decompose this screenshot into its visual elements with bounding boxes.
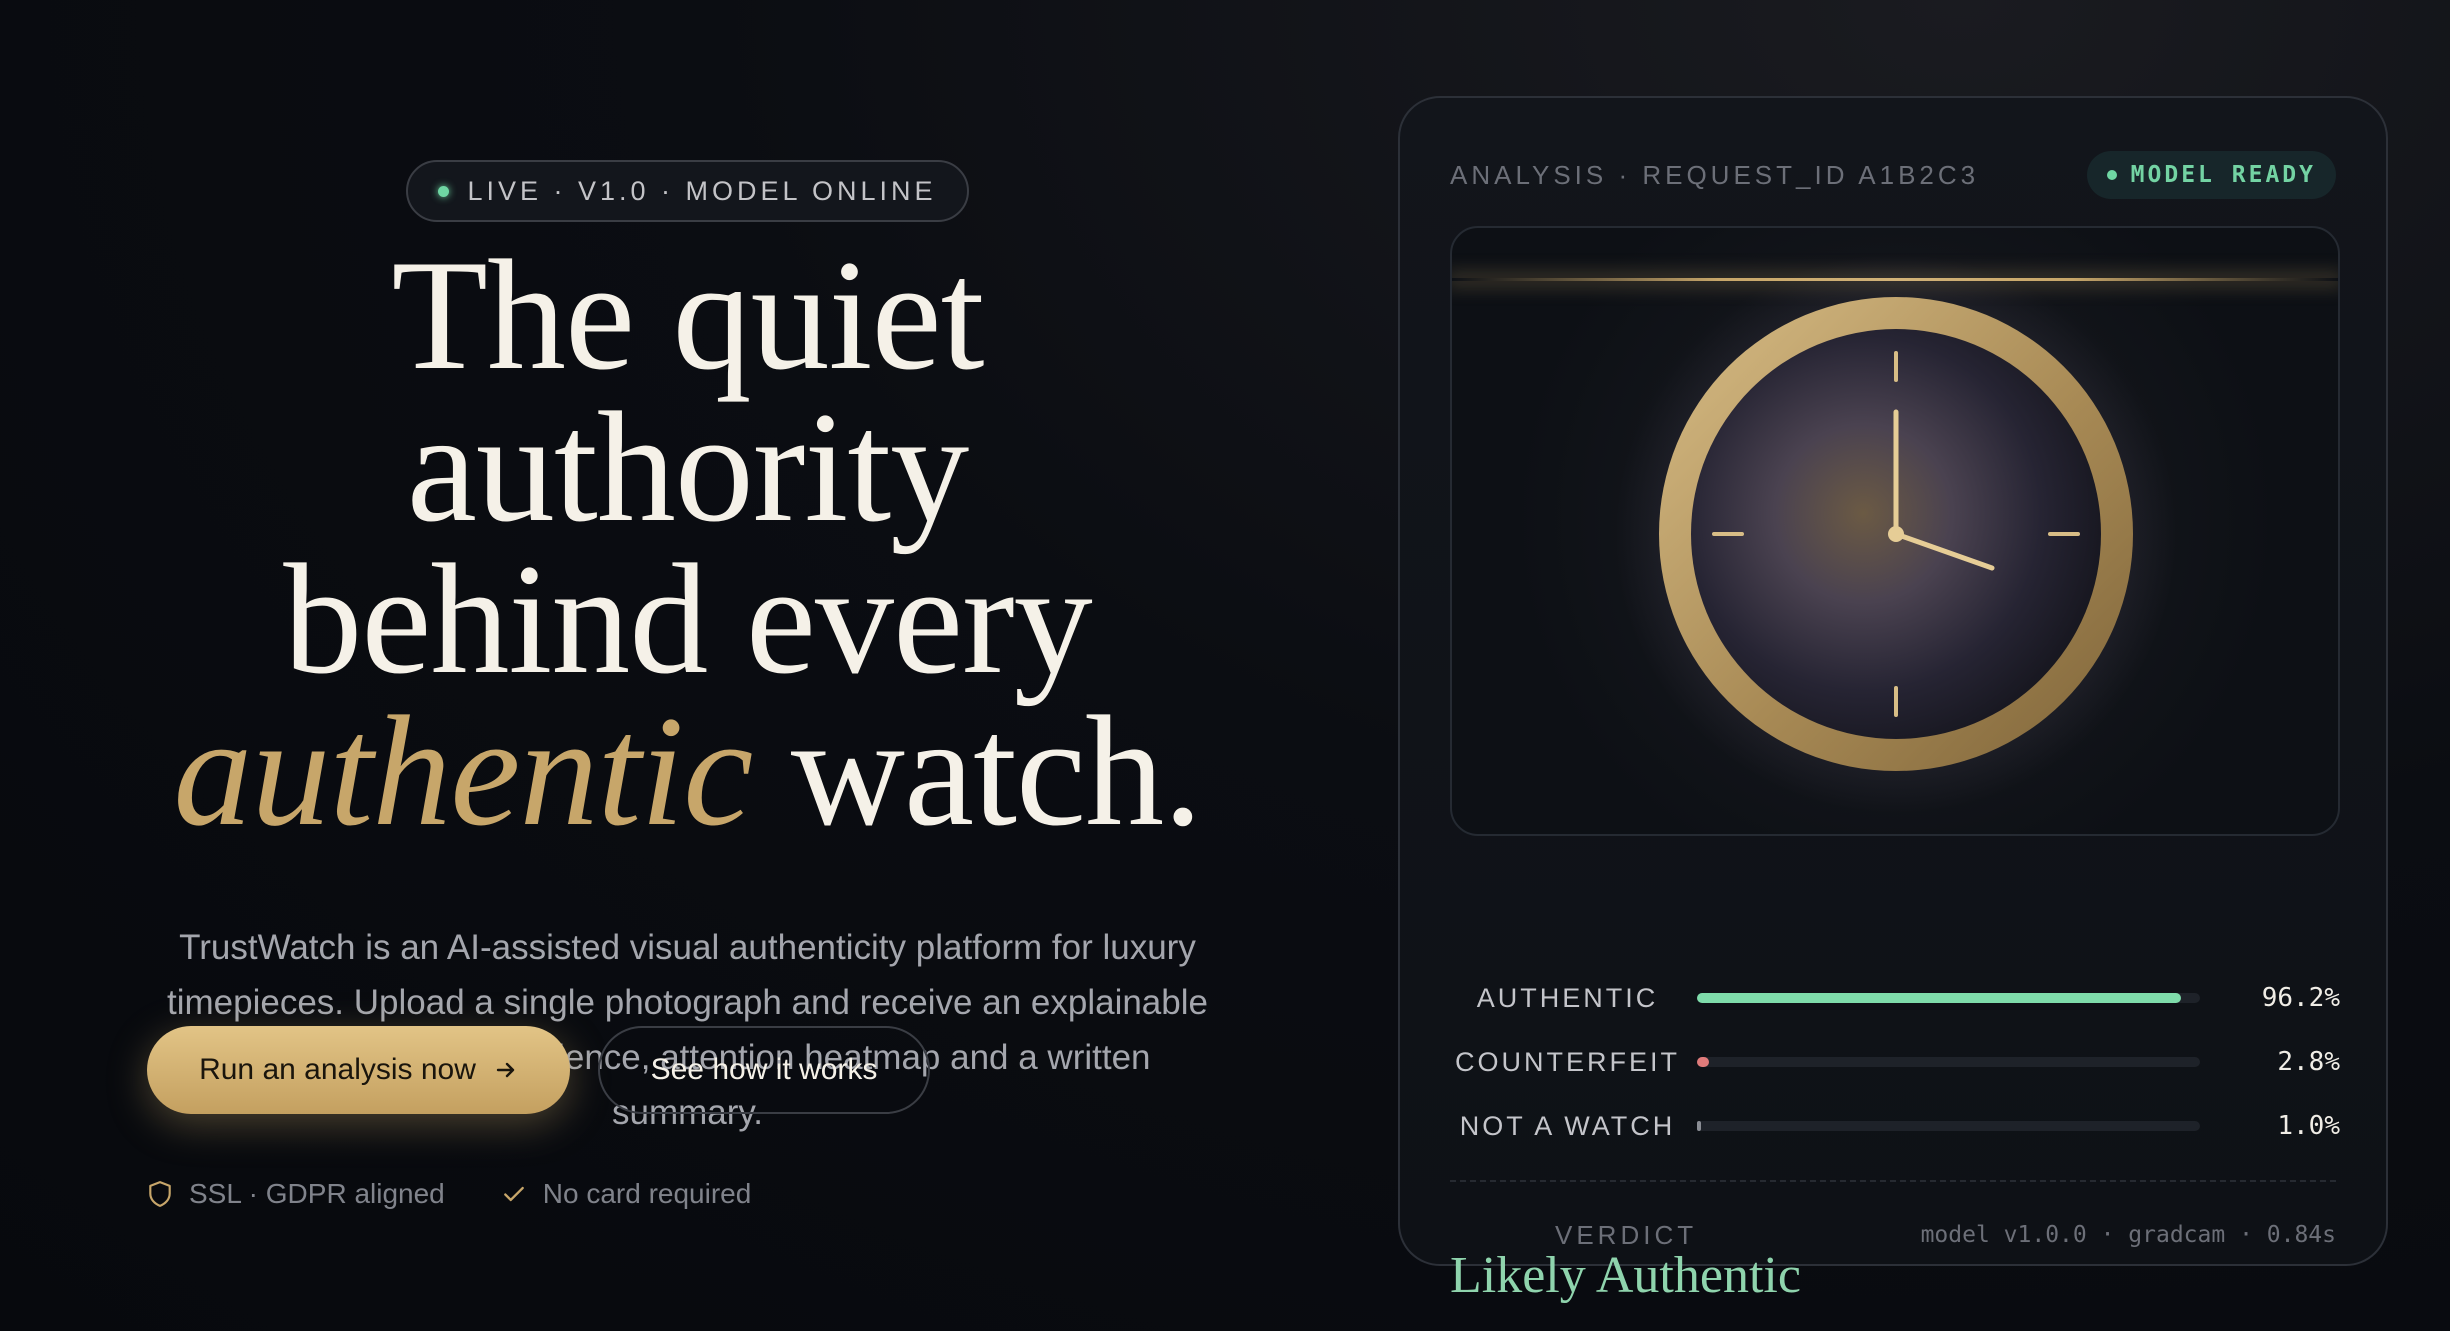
check-icon — [503, 1186, 524, 1202]
score-track — [1697, 1057, 2200, 1067]
trust-ssl-text: SSL · GDPR aligned — [189, 1178, 445, 1209]
model-ready-badge: MODEL READY — [2086, 151, 2336, 199]
score-label: COUNTERFEIT — [1455, 1046, 1680, 1077]
score-value: 1.0% — [2277, 1111, 2340, 1141]
headline-line-2: behind every — [283, 532, 1092, 707]
hero-section: LIVE · V1.0 · MODEL ONLINE The quiet aut… — [130, 160, 1245, 1140]
watch-icon — [1616, 254, 2176, 814]
headline-end: watch. — [752, 684, 1203, 859]
live-dot-icon — [438, 185, 450, 197]
cta-group: Run an analysis now See how it works — [147, 1026, 930, 1114]
divider — [1450, 1180, 2336, 1182]
trust-item-ssl: SSL · GDPR aligned — [147, 1178, 445, 1210]
image-viewer — [1450, 226, 2340, 836]
score-bar-not-a-watch — [1697, 1121, 1701, 1131]
model-ready-text: MODEL READY — [2130, 162, 2316, 188]
score-track — [1697, 1121, 2200, 1131]
score-value: 2.8% — [2277, 1047, 2340, 1077]
run-analysis-label: Run an analysis now — [199, 1053, 476, 1086]
status-pill-text: LIVE · V1.0 · MODEL ONLINE — [467, 175, 937, 206]
trust-item-card: No card required — [501, 1178, 752, 1210]
shield-icon — [149, 1181, 171, 1207]
verdict-value: Likely Authentic — [1450, 1247, 1801, 1304]
ready-dot-icon — [2106, 170, 2117, 180]
run-analysis-button[interactable]: Run an analysis now — [147, 1026, 570, 1114]
analysis-title: ANALYSIS · REQUEST_ID A1B2C3 — [1450, 159, 1980, 190]
status-pill: LIVE · V1.0 · MODEL ONLINE — [406, 160, 969, 222]
card-header: ANALYSIS · REQUEST_ID A1B2C3 MODEL READY — [1450, 150, 2336, 200]
score-label: NOT A WATCH — [1459, 1110, 1676, 1141]
score-track — [1697, 993, 2200, 1003]
arrow-right-icon — [496, 1062, 515, 1078]
see-how-it-works-button[interactable]: See how it works — [598, 1026, 930, 1114]
headline-accent: authentic — [173, 684, 753, 859]
see-how-label: See how it works — [650, 1053, 878, 1086]
analysis-card: ANALYSIS · REQUEST_ID A1B2C3 MODEL READY — [1398, 96, 2388, 1304]
score-label: AUTHENTIC — [1476, 982, 1659, 1013]
trust-card-text: No card required — [542, 1178, 752, 1209]
score-row-counterfeit: COUNTERFEIT 2.8% — [1450, 1030, 2340, 1094]
page-headline: The quiet authority behind every authent… — [130, 237, 1245, 851]
score-list: AUTHENTIC 96.2% COUNTERFEIT 2.8% NOT A W… — [1450, 966, 2340, 1158]
score-value: 96.2% — [2261, 983, 2340, 1013]
score-bar-authentic — [1697, 993, 2181, 1003]
score-bar-counterfeit — [1697, 1057, 1709, 1067]
trust-indicators: SSL · GDPR aligned No card required — [147, 1178, 751, 1210]
headline-line-1: The quiet authority — [391, 228, 984, 555]
score-row-authentic: AUTHENTIC 96.2% — [1450, 966, 2340, 1030]
score-row-not-a-watch: NOT A WATCH 1.0% — [1450, 1094, 2340, 1158]
model-meta: model v1.0.0 · gradcam · 0.84s — [1920, 1222, 2336, 1248]
